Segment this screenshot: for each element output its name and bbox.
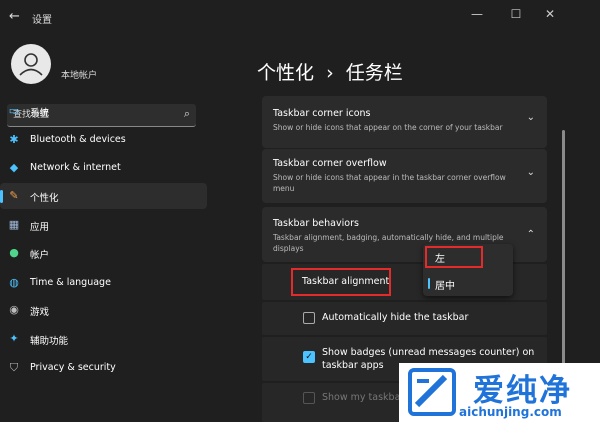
sidebar-item-label: Privacy & security: [30, 362, 116, 373]
selection-indicator: [428, 278, 430, 289]
page-title: 任务栏: [345, 62, 403, 84]
scrollbar-thumb[interactable]: [562, 130, 565, 395]
sidebar-item-person[interactable]: ● 帐户: [0, 240, 207, 266]
sidebar-item-label: 游戏: [30, 307, 50, 318]
app-title: 设置: [32, 15, 52, 26]
auto-hide-label: Automatically hide the taskbar: [322, 312, 469, 323]
badges-checkbox[interactable]: ✓: [303, 351, 315, 363]
sidebar-item-label: Time & language: [30, 277, 111, 288]
account-name: 本地帐户: [61, 71, 98, 81]
card-title: Taskbar behaviors: [273, 218, 359, 229]
apps-icon: ▦: [8, 218, 20, 231]
shield-icon: ⛉: [9, 361, 19, 374]
sidebar-item-accessibility[interactable]: ✦ 辅助功能: [0, 326, 207, 352]
scrollbar[interactable]: [562, 90, 565, 410]
breadcrumb-separator: ›: [326, 62, 334, 84]
card-taskbar-corner-overflow[interactable]: Taskbar corner overflow Show or hide ico…: [262, 149, 547, 203]
highlight-alignment-label: [291, 268, 391, 296]
sidebar-item-bluetooth[interactable]: ✱ Bluetooth & devices: [0, 127, 207, 153]
card-title: Taskbar corner overflow: [273, 158, 387, 169]
maximize-icon[interactable]: ☐: [506, 7, 526, 21]
breadcrumb-parent[interactable]: 个性化: [257, 62, 314, 84]
sidebar-item-gamepad[interactable]: ◉ 游戏: [0, 297, 207, 323]
gamepad-icon: ◉: [9, 303, 19, 316]
sidebar-item-shield[interactable]: ⛉ Privacy & security: [0, 355, 207, 381]
card-description: Show or hide icons that appear on the co…: [273, 123, 503, 132]
sidebar-item-label: Network & internet: [30, 162, 121, 173]
chevron-down-icon[interactable]: ⌄: [527, 167, 535, 178]
sidebar-item-apps[interactable]: ▦ 应用: [0, 212, 207, 238]
globe-icon: ◍: [9, 276, 19, 289]
sidebar-item-brush[interactable]: ✎ 个性化: [0, 183, 207, 209]
breadcrumb: 个性化 › 任务栏: [257, 58, 403, 85]
auto-hide-row[interactable]: Automatically hide the taskbar: [262, 302, 547, 335]
card-description: Show or hide icons that appear in the ta…: [273, 173, 506, 193]
avatar[interactable]: [11, 44, 51, 84]
watermark-url: aichunjing.com: [459, 405, 562, 419]
close-icon[interactable]: ✕: [540, 7, 560, 21]
logo-icon: [408, 368, 456, 416]
sidebar-item-wifi[interactable]: ◆ Network & internet: [0, 155, 207, 181]
alignment-option-center[interactable]: 居中: [435, 277, 455, 292]
title-bar: ← 设置 — ☐ ✕: [0, 0, 600, 34]
brush-icon: ✎: [9, 189, 19, 202]
highlight-left-option: [425, 246, 483, 268]
sidebar-item-label: 个性化: [30, 193, 59, 204]
watermark: 爱纯净 aichunjing.com: [399, 363, 600, 422]
watermark-brand: 爱纯净: [473, 373, 572, 409]
sidebar-item-globe[interactable]: ◍ Time & language: [0, 270, 207, 296]
bluetooth-icon: ✱: [9, 133, 19, 146]
auto-hide-checkbox[interactable]: [303, 312, 315, 324]
card-title: Taskbar corner icons: [273, 108, 371, 119]
accessibility-icon: ✦: [9, 332, 19, 345]
sidebar-item-label: Bluetooth & devices: [30, 134, 126, 145]
sidebar-item-monitor[interactable]: ▭ 系统: [0, 98, 207, 124]
sidebar: 本地帐户 ⌕ ▭系统✱Bluetooth & devices◆Network &…: [0, 34, 214, 422]
sidebar-item-label: 辅助功能: [30, 336, 69, 347]
chevron-up-icon[interactable]: ⌃: [527, 229, 535, 240]
back-arrow-icon[interactable]: ←: [9, 9, 20, 24]
person-icon: ●: [9, 246, 19, 259]
minimize-icon[interactable]: —: [467, 7, 487, 21]
wifi-icon: ◆: [9, 161, 19, 174]
chevron-down-icon[interactable]: ⌄: [527, 112, 535, 123]
show-my-taskbar-label: Show my taskbar: [322, 392, 405, 403]
sidebar-item-label: 应用: [30, 222, 50, 233]
monitor-icon: ▭: [8, 104, 20, 117]
sidebar-item-label: 系统: [30, 108, 50, 119]
show-my-taskbar-checkbox[interactable]: [303, 392, 315, 404]
sidebar-item-label: 帐户: [30, 250, 50, 261]
card-taskbar-corner-icons[interactable]: Taskbar corner icons Show or hide icons …: [262, 96, 547, 148]
active-indicator: [0, 190, 3, 203]
user-icon: [19, 53, 43, 76]
